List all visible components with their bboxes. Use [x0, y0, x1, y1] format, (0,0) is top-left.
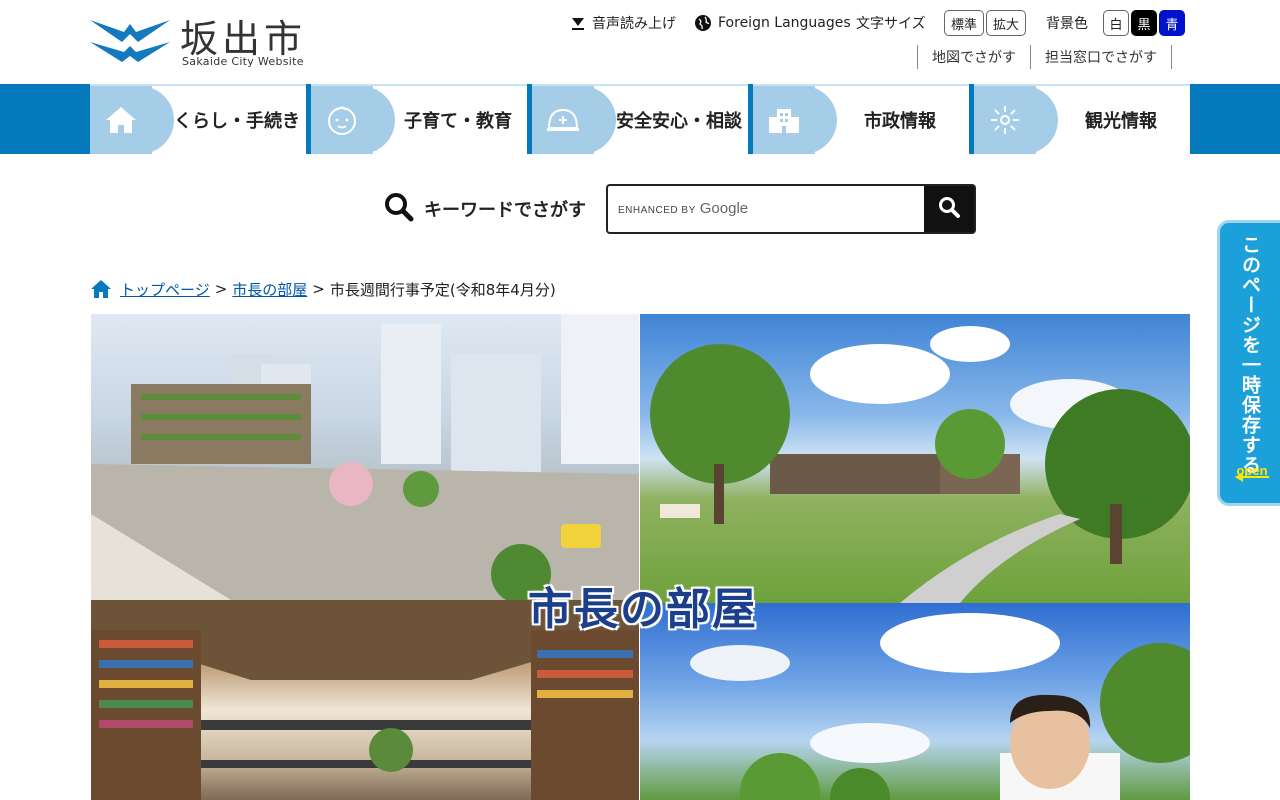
save-page-tab[interactable]: このページを一時保存する open — [1217, 220, 1280, 506]
foreign-languages-label: Foreign Languages — [718, 15, 851, 31]
helmet-icon — [532, 86, 616, 154]
nav-label-municipal: 市政情報 — [864, 111, 936, 132]
firework-icon — [974, 86, 1058, 154]
voice-reader-link[interactable]: 音声読み上げ — [570, 10, 676, 36]
house-icon — [90, 86, 174, 154]
download-arrow-icon — [570, 15, 586, 31]
nav-label-childcare: 子育て・教育 — [404, 111, 512, 132]
magnifier-icon — [384, 192, 414, 226]
site-subtitle: Sakaide City Website — [182, 55, 304, 68]
baby-icon — [311, 86, 395, 154]
text-size-large-button[interactable]: 拡大 — [986, 10, 1026, 36]
nav-label-tourism: 観光情報 — [1085, 111, 1157, 132]
nav-label-living: くらし・手続き — [174, 111, 300, 132]
nav-item-municipal[interactable]: 市政情報 — [753, 84, 969, 154]
breadcrumb-separator: > — [312, 280, 325, 298]
hero-banner: 市長の部屋 — [91, 314, 1190, 800]
voice-reader-label: 音声読み上げ — [592, 16, 676, 32]
keyword-search-label: キーワードでさがす — [424, 200, 586, 221]
search-box: ENHANCED BY Google — [606, 184, 976, 234]
text-size-standard-button[interactable]: 標準 — [944, 10, 984, 36]
nav-item-childcare[interactable]: 子育て・教育 — [311, 84, 527, 154]
bg-white-button[interactable]: 白 — [1103, 10, 1129, 36]
search-input[interactable] — [616, 196, 916, 224]
nav-item-tourism[interactable]: 観光情報 — [974, 84, 1190, 154]
breadcrumb: トップページ > 市長の部屋 > 市長週間行事予定(令和8年4月分) — [90, 277, 556, 301]
global-nav: くらし・手続き 子育て・教育 安全安心・相談 市政情報 観光情報 — [0, 84, 1280, 154]
breadcrumb-current: 市長週間行事予定(令和8年4月分) — [329, 280, 556, 299]
breadcrumb-separator: > — [214, 280, 228, 298]
nav-item-safety[interactable]: 安全安心・相談 — [532, 84, 748, 154]
hero-image-city-plaza — [91, 314, 639, 600]
office-search-link[interactable]: 担当窓口でさがす — [1030, 45, 1172, 69]
bg-color-label: 背景色 — [1046, 16, 1088, 32]
hero-title: 市長の部屋 — [528, 584, 758, 635]
search-button[interactable] — [924, 186, 974, 232]
site-header: 坂出市 Sakaide City Website 音声読み上げ Foreign … — [0, 0, 1280, 84]
building-icon — [753, 86, 837, 154]
text-size-label: 文字サイズ — [856, 16, 926, 32]
site-logo[interactable]: 坂出市 Sakaide City Website — [90, 10, 310, 72]
nav-item-living[interactable]: くらし・手続き — [90, 84, 306, 154]
nav-label-safety: 安全安心・相談 — [616, 111, 742, 132]
hero-image-park — [640, 314, 1190, 603]
breadcrumb-parent-link[interactable]: 市長の部屋 — [232, 279, 307, 300]
bg-blue-button[interactable]: 青 — [1159, 10, 1185, 36]
save-page-tab-label: このページを一時保存する — [1239, 235, 1261, 475]
search-icon — [937, 195, 961, 223]
map-search-link[interactable]: 地図でさがす — [917, 45, 1030, 69]
sub-links: 地図でさがす 担当窓口でさがす — [917, 45, 1172, 69]
home-icon — [90, 279, 112, 299]
logo-mark-icon — [90, 16, 170, 66]
foreign-languages-link[interactable]: Foreign Languages — [694, 10, 851, 36]
keyword-search-heading: キーワードでさがす — [384, 184, 586, 234]
globe-icon — [694, 14, 712, 32]
breadcrumb-home-link[interactable]: トップページ — [120, 279, 210, 300]
bg-black-button[interactable]: 黒 — [1131, 10, 1157, 36]
save-page-tab-open: open — [1236, 463, 1268, 478]
